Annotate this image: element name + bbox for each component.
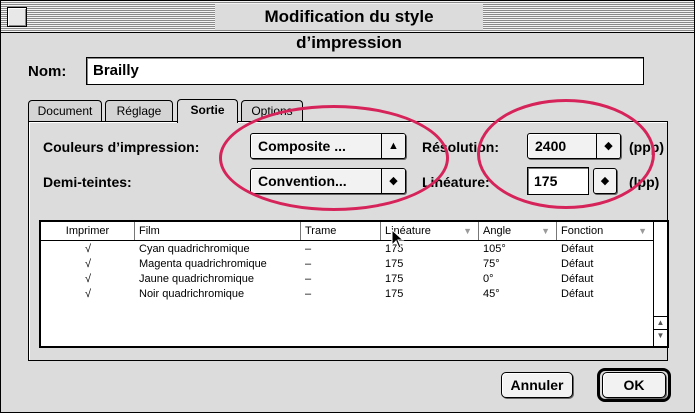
column-header-film[interactable]: Film [135,222,301,240]
column-header-function-label: Fonction [561,225,604,237]
resolution-unit: (ppp) [629,139,664,155]
cancel-button[interactable]: Annuler [501,372,573,398]
close-box-icon[interactable] [7,7,27,27]
table-row[interactable]: √ Cyan quadrichromique – 175 105° Défaut [41,242,653,256]
up-down-arrows-icon: ◆ [596,134,620,158]
frequency-cell: 175 [385,258,404,270]
halftone-value: Convention... [258,173,347,189]
resolution-value: 2400 [535,138,567,154]
table-row[interactable]: √ Noir quadrichromique – 175 45° Défaut [41,287,653,301]
screen-cell: – [305,273,312,285]
print-check[interactable]: √ [85,257,91,271]
angle-cell: 45° [483,288,500,300]
table-row[interactable]: √ Jaune quadrichromique – 175 0° Défaut [41,272,653,286]
tab-document[interactable]: Document [28,100,102,122]
plates-table[interactable]: Imprimer Film Trame Linéature ▼ Angle ▼ Fo… [39,220,669,348]
film-cell: Cyan quadrichromique [139,243,250,255]
resolution-label: Résolution: [422,139,499,155]
print-colors-value: Composite ... [258,138,346,154]
function-cell: Défaut [561,273,594,285]
print-check[interactable]: √ [85,272,91,286]
up-down-arrows-icon: ◆ [381,169,405,193]
print-colors-popup[interactable]: Composite ... ▲ [250,133,406,159]
frequency-unit: (lpp) [629,174,660,190]
name-label: Nom: [28,63,67,80]
screen-cell: – [305,258,312,270]
column-header-print[interactable]: Imprimer [41,222,135,240]
window-title: Modification du style d’impression [215,4,483,52]
sort-arrow-icon: ▼ [463,226,472,236]
scroll-up-arrow-icon[interactable]: ▲ [654,316,667,330]
screen-cell: – [305,243,312,255]
frequency-field[interactable]: 175 [527,167,589,195]
halftone-popup[interactable]: Convention... ◆ [250,168,406,194]
vertical-scrollbar[interactable]: ▲ ▼ [653,222,667,346]
screen-cell: – [305,288,312,300]
tab-sortie[interactable]: Sortie [177,99,238,123]
print-style-dialog: Modification du style d’impression Nom: … [0,0,695,413]
film-cell: Magenta quadrichromique [139,258,267,270]
frequency-label: Linéature: [422,174,490,190]
print-check[interactable]: √ [85,242,91,256]
tab-reglage[interactable]: Réglage [105,100,173,122]
ok-button[interactable]: OK [602,372,666,398]
print-colors-label: Couleurs d’impression: [43,139,200,155]
name-field[interactable]: Brailly [86,57,644,85]
halftone-label: Demi-teintes: [43,174,132,190]
angle-cell: 0° [483,273,494,285]
film-cell: Jaune quadrichromique [139,273,254,285]
arrow-cursor-icon [391,229,405,249]
column-header-function[interactable]: Fonction ▼ [557,222,653,240]
print-check[interactable]: √ [85,287,91,301]
table-header: Imprimer Film Trame Linéature ▼ Angle ▼ Fo… [41,222,653,241]
function-cell: Défaut [561,258,594,270]
column-header-angle-label: Angle [483,225,512,237]
scroll-down-arrow-icon[interactable]: ▼ [654,330,667,344]
frequency-popup-arrow[interactable]: ◆ [593,168,617,194]
up-down-arrows-icon: ◆ [600,175,610,187]
function-cell: Défaut [561,288,594,300]
film-cell: Noir quadrichromique [139,288,245,300]
frequency-cell: 175 [385,273,404,285]
sort-arrow-icon: ▼ [638,226,647,236]
table-row[interactable]: √ Magenta quadrichromique – 175 75° Défa… [41,257,653,271]
resolution-popup[interactable]: 2400 ◆ [527,133,621,159]
tab-options[interactable]: Options [241,100,303,122]
column-header-angle[interactable]: Angle ▼ [479,222,557,240]
up-down-arrows-icon: ▲ [381,134,405,158]
function-cell: Défaut [561,243,594,255]
angle-cell: 105° [483,243,506,255]
title-bar[interactable]: Modification du style d’impression [1,1,694,52]
sort-arrow-icon: ▼ [541,226,550,236]
column-header-screen[interactable]: Trame [301,222,381,240]
frequency-cell: 175 [385,288,404,300]
angle-cell: 75° [483,258,500,270]
